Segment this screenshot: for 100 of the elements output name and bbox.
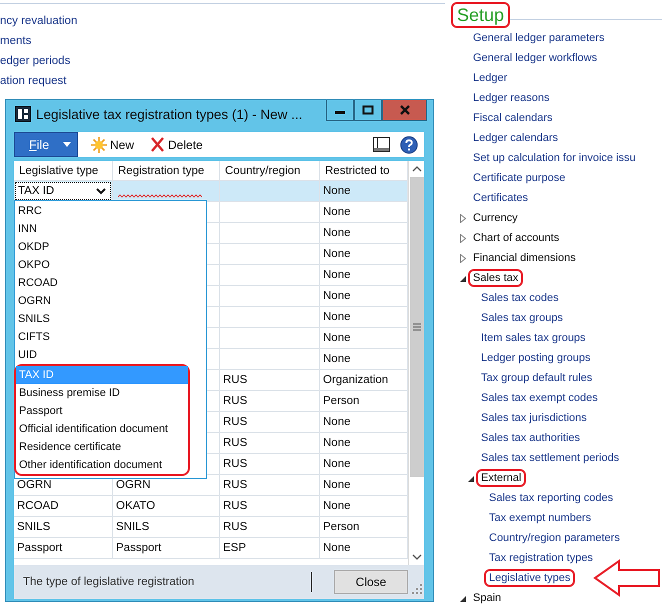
- expander-icon[interactable]: [467, 474, 475, 482]
- table-row[interactable]: RCOAD OKATO RUS None: [14, 496, 408, 517]
- dropdown-option[interactable]: Official identification document: [16, 420, 188, 438]
- table-cell: None: [323, 500, 350, 512]
- resize-grip-icon[interactable]: [412, 584, 422, 594]
- table-cell: Passport: [116, 542, 162, 554]
- help-icon[interactable]: [400, 136, 418, 154]
- table-cell: OKATO: [116, 500, 156, 512]
- nav-link[interactable]: Certificate purpose: [468, 169, 570, 187]
- dropdown-option[interactable]: Other identification document: [16, 456, 188, 474]
- table-cell: OGRN: [17, 479, 52, 491]
- dropdown-option[interactable]: RRC: [15, 202, 206, 220]
- table-row[interactable]: SNILS SNILS RUS Person: [14, 517, 408, 538]
- table-cell: RUS: [223, 395, 248, 407]
- table-cell: None: [323, 248, 350, 260]
- nav-link[interactable]: Sales tax reporting codes: [484, 489, 618, 507]
- file-menu-button[interactable]: File: [14, 132, 78, 157]
- dropdown-option[interactable]: OKPO: [15, 256, 206, 274]
- minimize-button[interactable]: [326, 100, 354, 121]
- menu-link[interactable]: ncy revaluation: [0, 11, 445, 31]
- dropdown-option[interactable]: Business premise ID: [16, 384, 188, 402]
- tree-group[interactable]: Chart of accounts: [468, 229, 564, 247]
- dropdown-option[interactable]: RCOAD: [15, 274, 206, 292]
- nav-link[interactable]: Sales tax authorities: [476, 429, 586, 447]
- nav-link[interactable]: Ledger reasons: [468, 89, 554, 107]
- menu-link[interactable]: ments: [0, 31, 445, 51]
- table-cell: RUS: [223, 374, 248, 386]
- tree-group[interactable]: Financial dimensions: [468, 249, 581, 267]
- nav-link[interactable]: Tax exempt numbers: [484, 509, 596, 527]
- table-cell: None: [323, 227, 350, 239]
- table-cell: Person: [323, 521, 360, 533]
- table-cell: RUS: [223, 500, 248, 512]
- close-icon: [398, 105, 410, 115]
- type-combobox[interactable]: TAX ID: [15, 182, 111, 200]
- nav-link[interactable]: Ledger: [468, 69, 512, 87]
- nav-link[interactable]: Ledger calendars: [468, 129, 564, 147]
- tree-group[interactable]: Sales tax: [468, 269, 524, 287]
- nav-link[interactable]: Set up calculation for invoice issu: [468, 149, 641, 167]
- new-button[interactable]: New: [88, 136, 138, 152]
- nav-link[interactable]: Sales tax codes: [476, 289, 564, 307]
- table-cell: None: [323, 311, 350, 323]
- delete-button[interactable]: Delete: [147, 137, 206, 152]
- window-title: Legislative tax registration types (1) - New ...: [36, 106, 304, 122]
- dropdown-option[interactable]: CIFTS: [15, 328, 206, 346]
- table-cell: None: [323, 479, 350, 491]
- nav-link[interactable]: Fiscal calendars: [468, 109, 558, 127]
- table-cell: None: [323, 332, 350, 344]
- maximize-icon: [362, 105, 374, 115]
- layout-icon[interactable]: [373, 137, 390, 152]
- dropdown-option[interactable]: INN: [15, 220, 206, 238]
- nav-link[interactable]: General ledger workflows: [468, 49, 602, 67]
- table-cell: SNILS: [17, 521, 50, 533]
- menu-link[interactable]: edger periods: [0, 51, 445, 71]
- nav-link[interactable]: General ledger parameters: [468, 29, 610, 47]
- nav-link[interactable]: Sales tax groups: [476, 309, 568, 327]
- nav-link[interactable]: Ledger posting groups: [476, 349, 596, 367]
- table-cell: None: [323, 416, 350, 428]
- tree-group[interactable]: External: [476, 469, 526, 487]
- dropdown-option[interactable]: Residence certificate: [16, 438, 188, 456]
- app-icon: [15, 106, 31, 122]
- nav-link[interactable]: Sales tax jurisdictions: [476, 409, 592, 427]
- table-cell: RUS: [223, 521, 248, 533]
- nav-link[interactable]: Certificates: [468, 189, 534, 207]
- close-button[interactable]: [382, 100, 427, 121]
- nav-link[interactable]: Sales tax settlement periods: [476, 449, 624, 467]
- sun-icon: [91, 136, 107, 152]
- expander-icon[interactable]: [459, 274, 467, 282]
- nav-link[interactable]: Tax registration types: [484, 549, 598, 567]
- table-row[interactable]: TAX ID None: [14, 181, 408, 202]
- grip-icon: [412, 323, 422, 331]
- status-text: The type of legislative registration: [23, 576, 194, 588]
- nav-link[interactable]: Sales tax exempt codes: [476, 389, 603, 407]
- nav-link[interactable]: Legislative types: [484, 569, 576, 587]
- menu-link[interactable]: ation request: [0, 71, 445, 91]
- dropdown-option[interactable]: OKDP: [15, 238, 206, 256]
- table-cell: RCOAD: [17, 500, 59, 512]
- close-button[interactable]: Close: [334, 570, 408, 594]
- maximize-button[interactable]: [354, 100, 382, 121]
- dropdown-option[interactable]: SNILS: [15, 310, 206, 328]
- scrollbar[interactable]: [408, 161, 424, 565]
- expander-icon[interactable]: [459, 594, 467, 602]
- table-cell: None: [323, 269, 350, 281]
- dropdown-option[interactable]: OGRN: [15, 292, 206, 310]
- table-row[interactable]: Passport Passport ESP None: [14, 538, 408, 559]
- nav-link[interactable]: Item sales tax groups: [476, 329, 591, 347]
- table-cell: None: [323, 185, 350, 197]
- dropdown-option[interactable]: UID: [15, 346, 206, 364]
- caret-icon: [63, 142, 72, 147]
- table-cell: None: [323, 290, 350, 302]
- chevron-icon: [96, 188, 106, 194]
- tree-group[interactable]: Spain: [468, 589, 506, 607]
- tree-group[interactable]: Currency: [468, 209, 523, 227]
- table-cell: RUS: [223, 437, 248, 449]
- table-cell: None: [323, 206, 350, 218]
- dropdown-option[interactable]: Passport: [16, 402, 188, 420]
- cross-icon: [150, 137, 166, 152]
- nav-link[interactable]: Country/region parameters: [484, 529, 625, 547]
- table-cell: SNILS: [116, 521, 150, 533]
- table-cell: None: [323, 458, 350, 470]
- nav-link[interactable]: Tax group default rules: [476, 369, 598, 387]
